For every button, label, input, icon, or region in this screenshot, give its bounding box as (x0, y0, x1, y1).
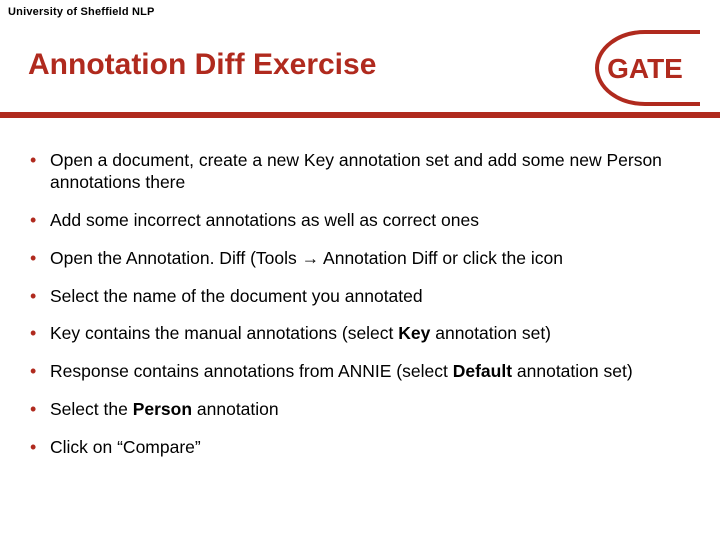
bullet-text: Select the (50, 399, 133, 419)
gate-logo-text: GATE (607, 53, 683, 84)
org-header: University of Sheffield NLP (8, 6, 155, 18)
bullet-text: Default (453, 361, 512, 381)
bullet-text: Click on “Compare” (50, 437, 201, 457)
bullet-text: Key (398, 323, 430, 343)
bullet-text: Add some incorrect annotations as well a… (50, 210, 479, 230)
gate-logo: GATE (590, 28, 700, 108)
bullet-item: Add some incorrect annotations as well a… (28, 210, 692, 232)
slide-title: Annotation Diff Exercise (28, 48, 376, 82)
bullet-item: Open the Annotation. Diff (Tools → Annot… (28, 248, 692, 270)
bullet-text: annotation set) (430, 323, 551, 343)
bullet-text: Open the Annotation. Diff (Tools → Annot… (50, 248, 563, 268)
bullet-text: annotation (192, 399, 279, 419)
bullet-item: Key contains the manual annotations (sel… (28, 323, 692, 345)
bullet-text: Response contains annotations from ANNIE… (50, 361, 453, 381)
bullet-list-container: Open a document, create a new Key annota… (28, 150, 692, 475)
bullet-text: annotation set) (512, 361, 633, 381)
bullet-item: Open a document, create a new Key annota… (28, 150, 692, 194)
bullet-item: Select the Person annotation (28, 399, 692, 421)
bullet-text: Person (133, 399, 192, 419)
bullet-list: Open a document, create a new Key annota… (28, 150, 692, 459)
bullet-item: Select the name of the document you anno… (28, 286, 692, 308)
bullet-item: Click on “Compare” (28, 437, 692, 459)
divider-rule (0, 112, 720, 118)
bullet-text: Select the name of the document you anno… (50, 286, 423, 306)
bullet-item: Response contains annotations from ANNIE… (28, 361, 692, 383)
bullet-text: Open a document, create a new Key annota… (50, 150, 662, 192)
bullet-text: Key contains the manual annotations (sel… (50, 323, 398, 343)
